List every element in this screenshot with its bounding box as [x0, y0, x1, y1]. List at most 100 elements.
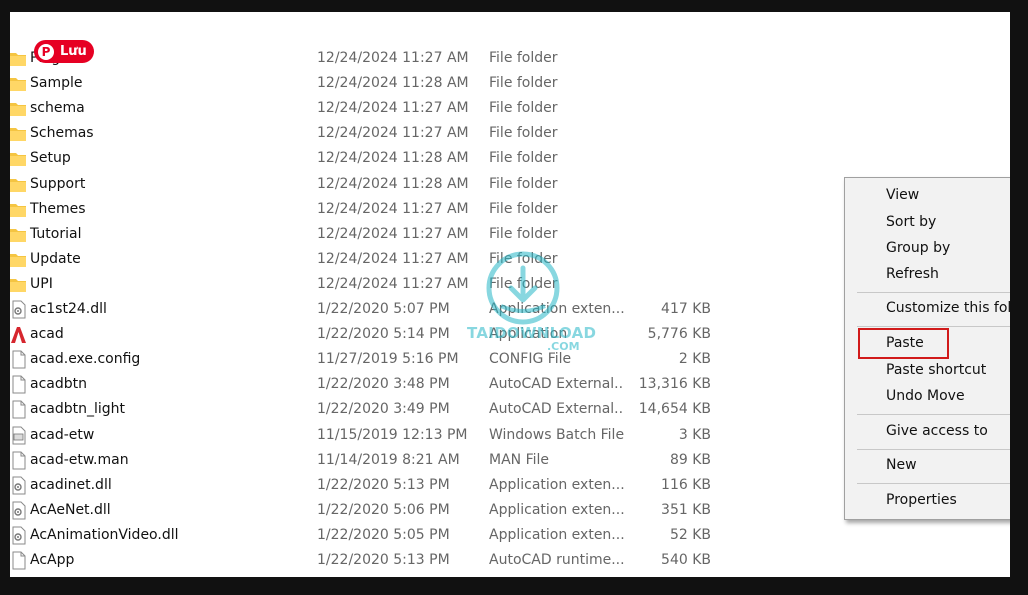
menu-item-group-by[interactable]: Group by: [886, 240, 950, 256]
file-date-modified: 12/24/2024 11:27 AM: [317, 225, 469, 242]
file-date-modified: 1/22/2020 3:48 PM: [317, 376, 450, 393]
file-row[interactable]: AcApp 1/22/2020 5:13 PM AutoCAD runtime...…: [10, 549, 1010, 574]
menu-item-sort-by[interactable]: Sort by: [886, 214, 936, 230]
file-date-modified: 1/22/2020 5:13 PM: [317, 476, 450, 493]
file-date-modified: 1/22/2020 5:07 PM: [317, 301, 450, 317]
file-size: 3 KB: [678, 426, 711, 443]
menu-item-paste-shortcut[interactable]: Paste shortcut: [886, 362, 986, 378]
file-name: acadbtn_light: [30, 401, 126, 418]
folder-icon: [10, 149, 27, 168]
menu-item-properties[interactable]: Properties: [886, 492, 957, 508]
menu-item-paste[interactable]: Paste: [886, 335, 924, 351]
folder-icon: [10, 124, 27, 143]
folder-icon: [10, 99, 27, 118]
site-watermark: TAIDOWNLOAD .COM: [465, 250, 596, 360]
file-date-modified: 1/22/2020 3:49 PM: [317, 401, 450, 418]
file-type: Application exten...: [489, 526, 624, 543]
file-name: acad: [30, 326, 64, 343]
file-name: Schemas: [30, 125, 94, 142]
file-name: Tutorial: [30, 225, 82, 242]
file-row[interactable]: Setup 12/24/2024 11:28 AM File folder: [10, 147, 1010, 172]
download-logo-icon: [486, 251, 560, 325]
file-size: 351 KB: [661, 501, 711, 518]
pinterest-save-button[interactable]: P Lưu: [34, 40, 94, 63]
file-type: File folder: [489, 175, 558, 192]
file-type: AutoCAD External...: [489, 401, 624, 418]
folder-icon: [10, 250, 27, 269]
file-name: ac1st24.dll: [30, 301, 107, 317]
file-type: AutoCAD runtime...: [489, 552, 624, 568]
menu-item-give-access[interactable]: Give access to: [886, 423, 988, 439]
pinterest-icon: P: [38, 43, 54, 60]
file-name: acad.exe.config: [30, 351, 141, 368]
file-type: File folder: [489, 200, 558, 217]
file-type: Windows Batch File: [489, 426, 624, 443]
file-name: AcAeNet.dll: [30, 501, 111, 518]
file-type: File folder: [489, 50, 558, 66]
file-date-modified: 11/14/2019 8:21 AM: [317, 451, 460, 468]
menu-separator: [857, 483, 1010, 484]
menu-separator: [857, 449, 1010, 450]
file-size: 13,316 KB: [638, 376, 711, 393]
file-date-modified: 12/24/2024 11:28 AM: [317, 75, 469, 92]
file-name: Sample: [30, 75, 83, 92]
file-row[interactable]: Sample 12/24/2024 11:28 AM File folder: [10, 72, 1010, 97]
file-type: File folder: [489, 100, 558, 117]
folder-icon: [10, 49, 27, 68]
file-icon: [10, 400, 27, 419]
file-size: 52 KB: [669, 526, 711, 543]
file-type: File folder: [489, 125, 558, 142]
menu-item-refresh[interactable]: Refresh: [886, 266, 939, 282]
file-name: Update: [30, 250, 81, 267]
dll-file-icon: [10, 476, 27, 495]
folder-icon: [10, 200, 27, 219]
file-row[interactable]: AcAnimationVideo.dll 1/22/2020 5:05 PM App…: [10, 524, 1010, 549]
file-date-modified: 12/24/2024 11:28 AM: [317, 175, 469, 192]
file-date-modified: 12/24/2024 11:27 AM: [317, 100, 469, 117]
dll-file-icon: [10, 526, 27, 545]
file-date-modified: 12/24/2024 11:27 AM: [317, 250, 469, 267]
file-date-modified: 1/22/2020 5:05 PM: [317, 526, 450, 543]
file-name: acadinet.dll: [30, 476, 112, 493]
file-date-modified: 1/22/2020 5:06 PM: [317, 501, 450, 518]
menu-item-view[interactable]: View: [886, 187, 919, 203]
menu-separator: [857, 414, 1010, 415]
menu-separator: [857, 292, 1010, 293]
folder-icon: [10, 225, 27, 244]
menu-item-undo-move[interactable]: Undo Move: [886, 388, 965, 404]
menu-item-customize-folder[interactable]: Customize this folder...: [886, 300, 1010, 316]
file-date-modified: 12/24/2024 11:27 AM: [317, 50, 469, 66]
dll-file-icon: [10, 300, 27, 319]
file-date-modified: 12/24/2024 11:27 AM: [317, 200, 469, 217]
pinterest-save-label: Lưu: [60, 44, 87, 59]
file-icon: [10, 375, 27, 394]
file-size: 116 KB: [661, 476, 711, 493]
file-type: AutoCAD External...: [489, 376, 624, 393]
file-icon: [10, 451, 27, 470]
file-size: 2 KB: [678, 351, 711, 368]
file-size: 540 KB: [661, 552, 711, 568]
file-row[interactable]: schema 12/24/2024 11:27 AM File folder: [10, 97, 1010, 122]
batch-file-icon: [10, 426, 27, 445]
file-row[interactable]: Plugins12/24/2024 11:27 AMFile folder: [10, 47, 1010, 72]
file-name: Support: [30, 175, 86, 192]
file-type: MAN File: [489, 451, 550, 468]
folder-icon: [10, 74, 27, 93]
file-size: 417 KB: [661, 301, 711, 317]
file-icon: [10, 551, 27, 570]
file-size: 5,776 KB: [647, 326, 711, 343]
file-name: Setup: [30, 150, 71, 167]
file-date-modified: 1/22/2020 5:14 PM: [317, 326, 450, 343]
file-name: schema: [30, 100, 85, 117]
file-name: acad-etw.man: [30, 451, 129, 468]
file-date-modified: 12/24/2024 11:27 AM: [317, 125, 469, 142]
file-icon: [10, 350, 27, 369]
file-type: File folder: [489, 150, 558, 167]
folder-icon: [10, 175, 27, 194]
menu-separator: [857, 326, 1010, 327]
dll-file-icon: [10, 501, 27, 520]
menu-item-new[interactable]: New: [886, 457, 917, 473]
file-date-modified: 11/15/2019 12:13 PM: [317, 426, 468, 443]
file-row[interactable]: Schemas 12/24/2024 11:27 AM File folder: [10, 122, 1010, 147]
file-name: UPI: [30, 275, 53, 292]
